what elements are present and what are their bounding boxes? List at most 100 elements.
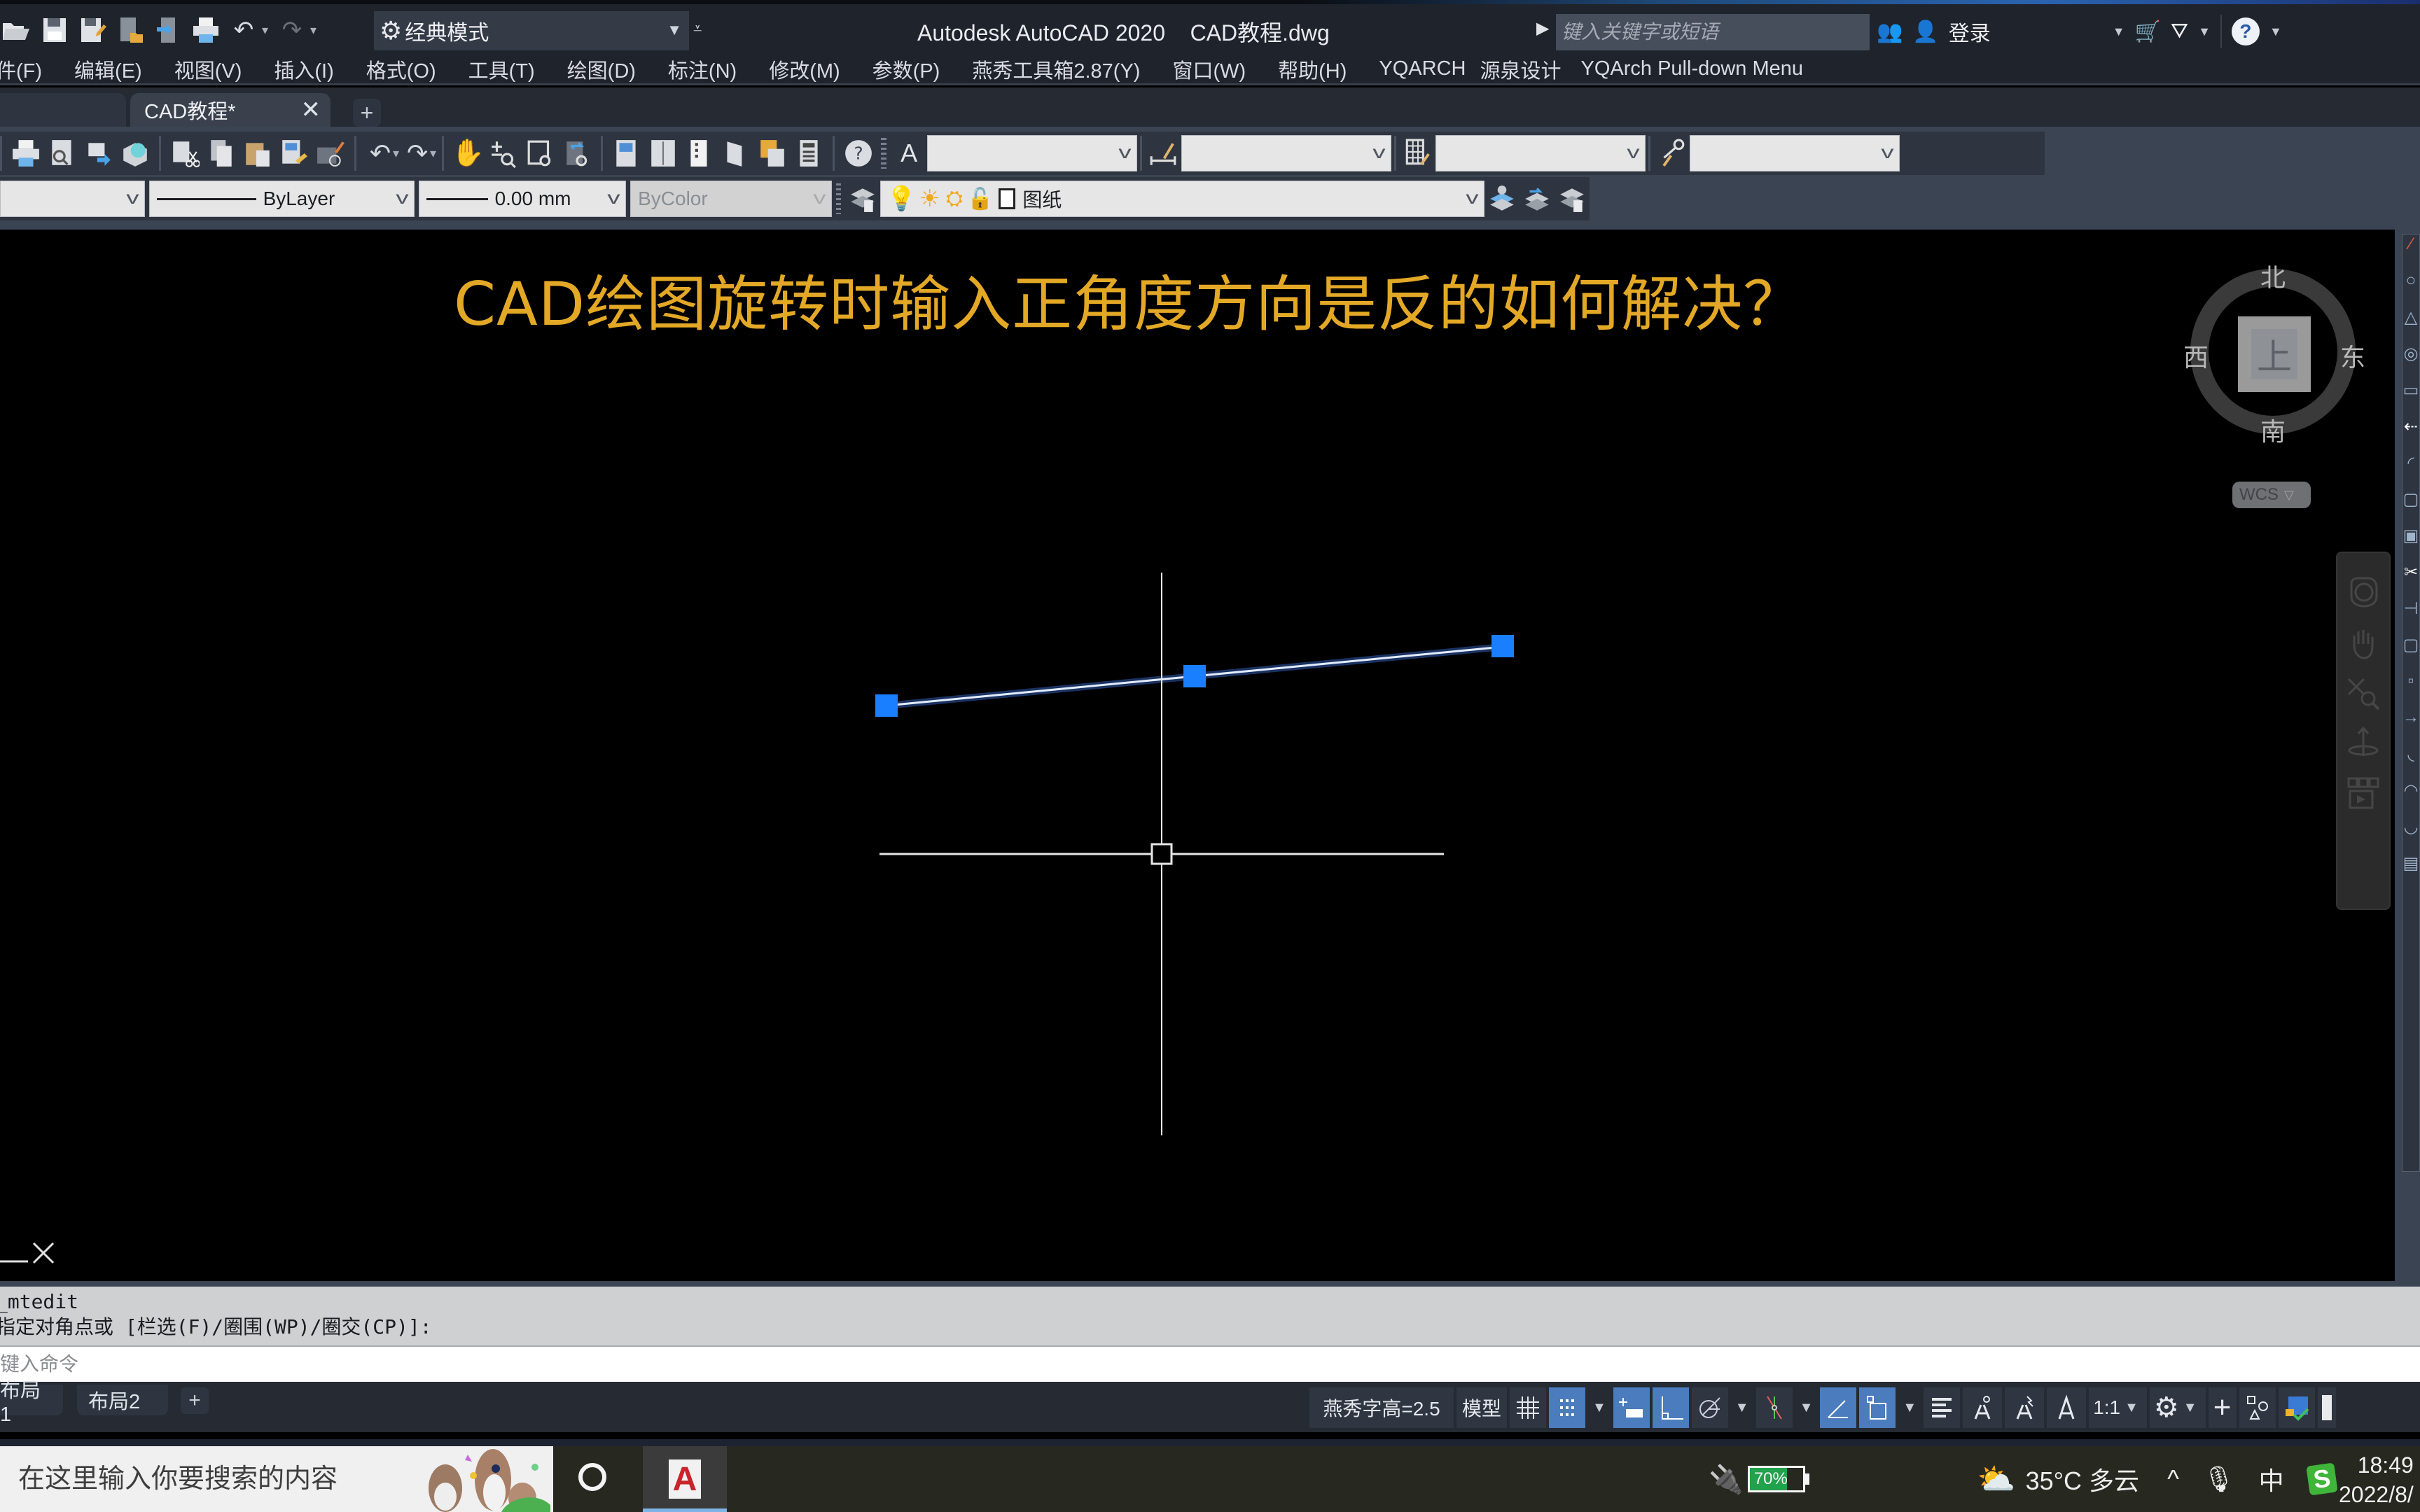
circle-tool-icon[interactable]: ◎	[2402, 344, 2419, 380]
taskbar-clock[interactable]: 18:49 2022/8/	[2339, 1450, 2414, 1509]
cortana-icon[interactable]	[578, 1463, 606, 1491]
layer-unlock-icon[interactable]: 🔓	[967, 187, 993, 211]
undo-icon[interactable]: ↶	[230, 15, 258, 46]
save-as-icon[interactable]	[78, 15, 106, 46]
markup-set-manager-icon[interactable]	[757, 136, 788, 171]
add-layout-button[interactable]: +	[181, 1387, 209, 1414]
weather-widget[interactable]: ⛅ 35°C 多云	[1977, 1461, 2139, 1497]
table-style-icon[interactable]	[1402, 136, 1433, 171]
scale-tool-icon[interactable]: ▢	[2402, 635, 2419, 671]
design-center-icon[interactable]	[648, 136, 679, 171]
extend-tool-icon[interactable]: ⊣	[2402, 598, 2419, 635]
login-button[interactable]: 登录	[1949, 16, 1991, 47]
isodraft-toggle[interactable]	[1755, 1387, 1793, 1428]
undo-icon[interactable]: ↶	[365, 136, 396, 171]
layer-state-icon[interactable]	[1557, 181, 1587, 216]
match-properties-icon[interactable]	[279, 136, 310, 171]
fillet-tool-icon[interactable]: ◟	[2402, 744, 2419, 780]
pan-icon[interactable]: ✋	[451, 136, 484, 171]
dynamic-input-toggle[interactable]	[1859, 1387, 1896, 1428]
viewcube-face-top[interactable]: 上	[2238, 316, 2311, 392]
linetype-combo[interactable]: ByLayer v	[148, 181, 415, 217]
annotation-monitor-button[interactable]: +	[2208, 1387, 2237, 1428]
polar-dropdown-icon[interactable]: ▼	[1731, 1400, 1753, 1416]
viewport-scale-button[interactable]: 1:1 ▼	[2089, 1387, 2147, 1428]
show-hidden-icons-chevron-icon[interactable]: ^	[2167, 1464, 2179, 1494]
close-icon[interactable]: ✕	[301, 96, 321, 124]
toolbar-grip[interactable]	[881, 138, 887, 169]
annotation-visibility-button[interactable]	[1963, 1387, 2003, 1428]
menu-yuanquan[interactable]: 源泉设计	[1480, 55, 1561, 84]
menu-help[interactable]: 帮助(H)	[1278, 55, 1347, 84]
battery-indicator[interactable]: 🔌 70%	[1709, 1463, 1809, 1496]
dim-style-icon[interactable]	[1148, 136, 1178, 171]
isodraft-dropdown-icon[interactable]: ▼	[1795, 1400, 1818, 1416]
multileader-style-icon[interactable]	[1656, 136, 1687, 171]
grip-end[interactable]	[1491, 635, 1514, 657]
menu-modify[interactable]: 修改(M)	[769, 55, 840, 84]
layer-thaw-icon[interactable]: ☀	[919, 185, 940, 213]
snap-dropdown-icon[interactable]: ▼	[1588, 1400, 1611, 1416]
multileader-style-combo[interactable]: v	[1690, 135, 1900, 172]
compass-north[interactable]: 北	[2260, 258, 2286, 294]
open-sheetset-icon[interactable]	[116, 15, 144, 46]
quickcalc-icon[interactable]	[793, 136, 824, 171]
binoculars-icon[interactable]: 👥	[1877, 20, 1903, 44]
plot-preview-icon[interactable]	[47, 136, 78, 171]
dim-style-combo[interactable]: v	[1181, 135, 1392, 172]
color-combo[interactable]: v	[0, 181, 145, 217]
layout-tab-2[interactable]: 布局2	[77, 1385, 168, 1415]
tool-palettes-icon[interactable]	[684, 136, 715, 171]
line-tool-icon[interactable]: ⁄	[2402, 234, 2419, 271]
menu-draw[interactable]: 绘图(D)	[567, 55, 636, 84]
redo-dropdown-icon[interactable]: ▾	[430, 146, 436, 161]
workspace-selector[interactable]: ⚙ 经典模式 ▼	[374, 11, 689, 50]
layer-properties-icon[interactable]	[848, 181, 877, 216]
layer-combo[interactable]: 💡 ☀ ⛭ 🔓 图纸 v	[880, 181, 1484, 217]
zoom-extents-icon[interactable]	[2344, 675, 2382, 713]
redo-icon[interactable]: ↷	[278, 15, 306, 46]
menu-yqarch[interactable]: YQARCH	[1379, 57, 1466, 80]
stretch-tool-icon[interactable]: ▫	[2402, 671, 2419, 708]
polyline-tool-icon[interactable]: ○	[2402, 271, 2419, 307]
menu-parametric[interactable]: 参数(P)	[872, 55, 940, 84]
compass-west[interactable]: 西	[2183, 337, 2209, 374]
help-icon[interactable]: ?	[2231, 18, 2260, 46]
save-icon[interactable]	[41, 15, 69, 46]
chamfer-tool-icon[interactable]: ◠	[2402, 780, 2419, 817]
model-space-button[interactable]: 模型	[1456, 1387, 1507, 1428]
search-highlight-owls-icon[interactable]	[417, 1448, 550, 1512]
make-current-layer-icon[interactable]	[1487, 181, 1517, 216]
grid-toggle[interactable]	[1510, 1387, 1546, 1428]
3d-dwf-icon[interactable]	[120, 136, 151, 171]
ucs-menu[interactable]: WCS ▽	[2232, 482, 2311, 508]
text-height-indicator[interactable]: 燕秀字高=2.5	[1309, 1387, 1454, 1428]
table-tool-icon[interactable]: ▣	[2402, 526, 2419, 562]
taskbar-app-autocad[interactable]: A	[643, 1446, 727, 1512]
ortho-toggle[interactable]	[1652, 1387, 1689, 1428]
copy-icon[interactable]	[206, 136, 237, 171]
zoom-previous-icon[interactable]	[562, 136, 592, 171]
steering-wheel-icon[interactable]	[2344, 574, 2382, 612]
help-dropdown-icon[interactable]: ▼	[2269, 24, 2282, 39]
zoom-realtime-icon[interactable]	[489, 136, 520, 171]
menu-window[interactable]: 窗口(W)	[1172, 55, 1246, 84]
text-style-icon[interactable]: A	[893, 136, 924, 171]
search-expand-icon[interactable]: ▶	[1536, 18, 1549, 38]
a360-icon[interactable]: ⛛	[2171, 20, 2188, 43]
input-language-indicator[interactable]: 中	[2259, 1461, 2284, 1497]
redo-dropdown-icon[interactable]: ▾	[310, 23, 317, 38]
workspace-switch-button[interactable]: ⚙ ▼	[2149, 1387, 2206, 1428]
properties-icon[interactable]	[611, 136, 642, 171]
doc-tab-active[interactable]: CAD教程* ✕	[130, 93, 331, 127]
drawing-canvas[interactable]: CAD绘图旋转时输入正角度方向是反的如何解决？ 上 北 南 西 东 WCS ▽	[0, 230, 2395, 1281]
layer-viewport-freeze-icon[interactable]: ⛭	[946, 187, 963, 211]
layer-color-swatch[interactable]	[999, 188, 1016, 209]
publish-icon[interactable]	[154, 15, 182, 46]
undo-dropdown-icon[interactable]: ▾	[393, 146, 399, 161]
menu-dimension[interactable]: 标注(N)	[668, 55, 737, 84]
menu-insert[interactable]: 插入(I)	[274, 55, 333, 84]
auto-scale-button[interactable]	[2005, 1387, 2045, 1428]
compass-east[interactable]: 东	[2340, 337, 2365, 374]
arrow-tool-icon[interactable]: →	[2402, 708, 2419, 744]
